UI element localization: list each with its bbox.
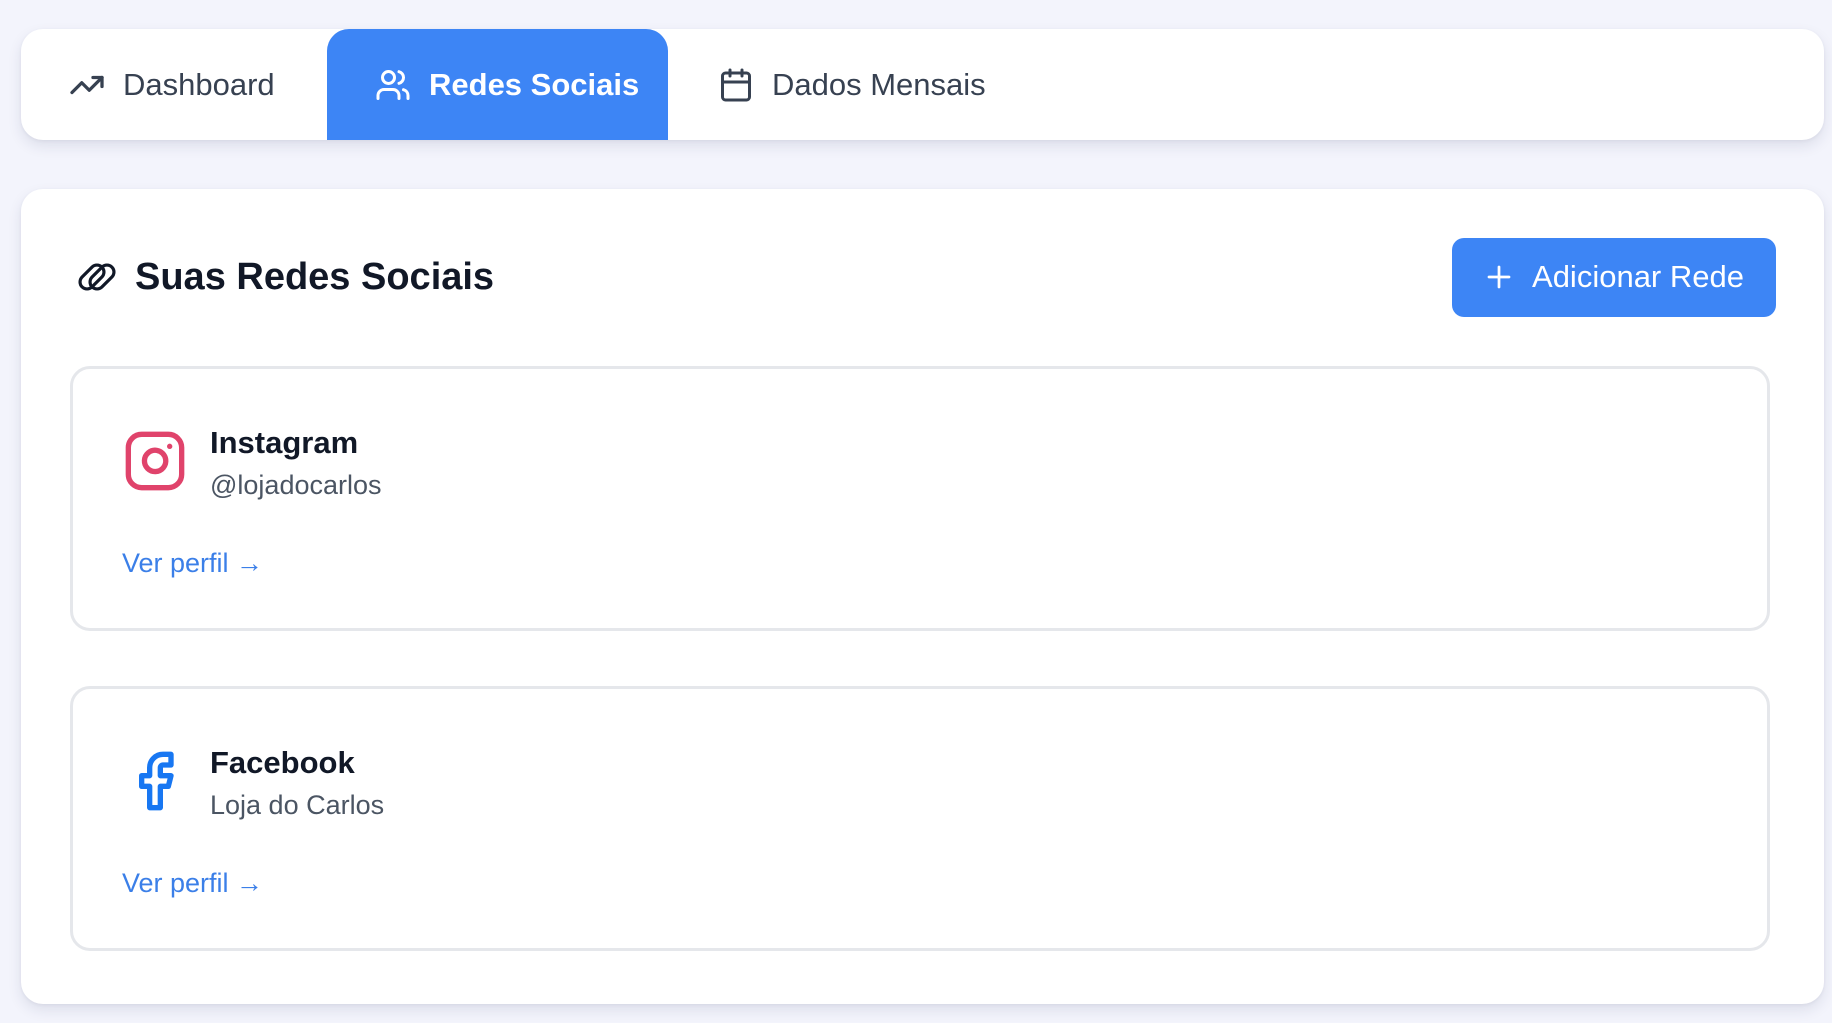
social-networks-panel: Suas Redes Sociais Adicionar Rede Instag… <box>21 189 1824 1004</box>
tab-bar: Dashboard Redes Sociais Dados Mensais <box>21 29 1824 140</box>
facebook-icon <box>123 749 187 813</box>
calendar-icon <box>721 68 751 101</box>
tab-redes-sociais[interactable]: Redes Sociais <box>327 29 668 140</box>
network-handle: @lojadocarlos <box>210 470 382 500</box>
network-handle: Loja do Carlos <box>210 790 385 820</box>
users-icon <box>376 69 410 100</box>
view-profile-link[interactable]: Ver perfil → <box>122 868 263 899</box>
network-name: Facebook <box>210 745 355 780</box>
add-network-button[interactable]: Adicionar Rede <box>1452 237 1776 317</box>
plus-icon <box>1487 265 1511 289</box>
link-icon <box>78 263 116 291</box>
add-network-label: Adicionar Rede <box>1532 259 1744 294</box>
panel-title: Suas Redes Sociais <box>73 253 494 301</box>
tab-redes-sociais-label: Redes Sociais <box>429 66 640 102</box>
network-card-facebook: Facebook Loja do Carlos Ver perfil → <box>70 686 1770 951</box>
instagram-icon <box>123 429 187 493</box>
panel-title-text: Suas Redes Sociais <box>135 255 495 298</box>
tab-dashboard[interactable]: Dashboard <box>21 29 327 140</box>
tab-dados-mensais-label: Dados Mensais <box>772 66 986 102</box>
tab-dashboard-label: Dashboard <box>123 66 275 102</box>
network-card-instagram: Instagram @lojadocarlos Ver perfil → <box>70 366 1770 631</box>
tab-dados-mensais[interactable]: Dados Mensais <box>668 29 986 140</box>
trending-up-icon <box>70 75 104 94</box>
panel-header: Suas Redes Sociais Adicionar Rede <box>73 237 1776 317</box>
network-name: Instagram <box>210 425 359 460</box>
view-profile-link[interactable]: Ver perfil → <box>122 548 263 579</box>
